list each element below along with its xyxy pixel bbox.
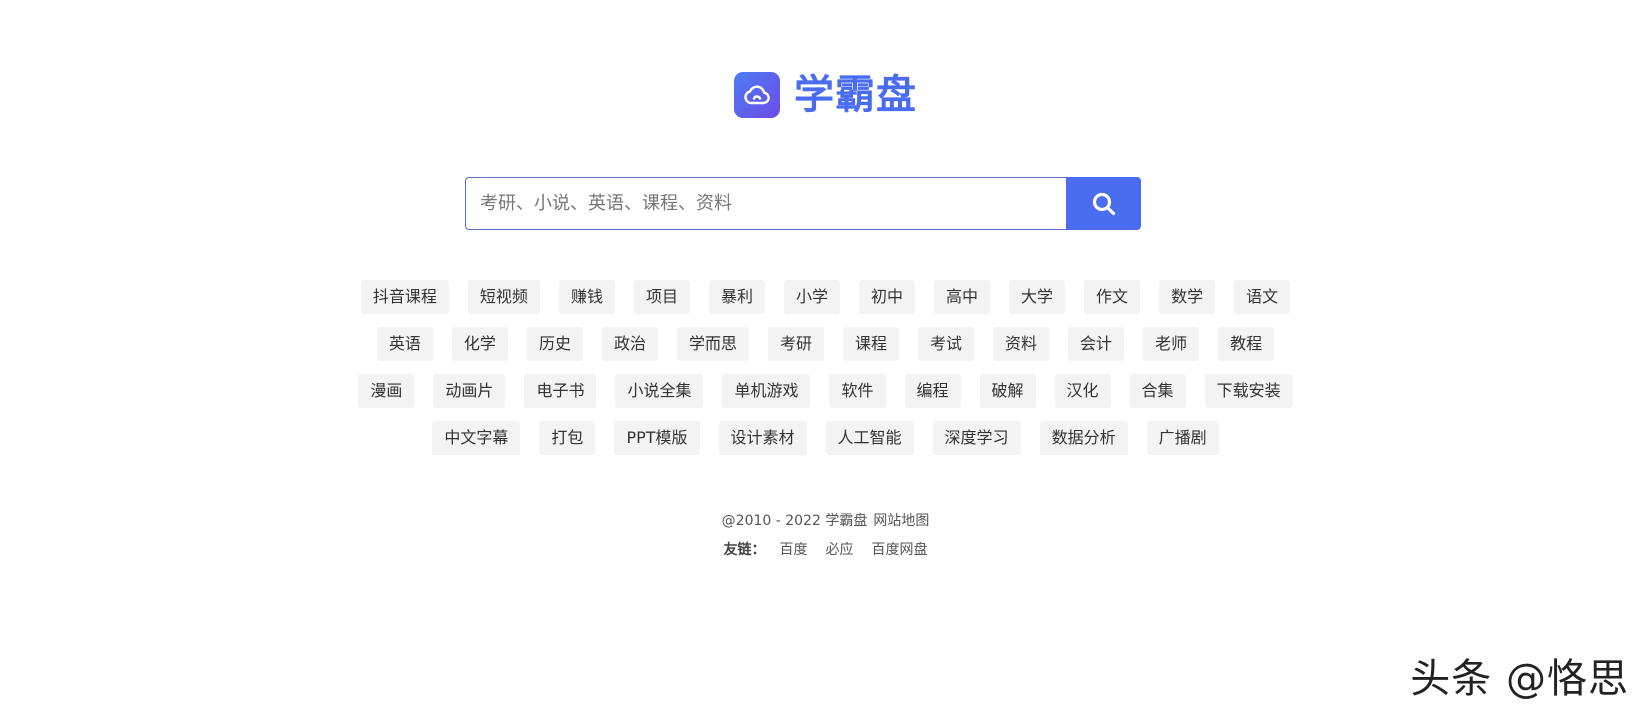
tag-row: 英语 化学 历史 政治 学而思 考研 课程 考试 资料 会计 老师 教程 (0, 327, 1651, 361)
tag-link[interactable]: 合集 (1129, 374, 1186, 408)
tag-link[interactable]: 初中 (859, 280, 916, 314)
tag-link[interactable]: 下载安装 (1204, 374, 1293, 408)
tag-link[interactable]: 政治 (601, 327, 658, 361)
tag-link[interactable]: 人工智能 (825, 421, 914, 455)
tag-link[interactable]: 项目 (633, 280, 690, 314)
footer-copyright-line: @2010 - 2022 学霸盘 网站地图 (0, 510, 1651, 532)
sitemap-link[interactable]: 网站地图 (873, 513, 929, 529)
tag-link[interactable]: 学而思 (676, 327, 749, 361)
tag-link[interactable]: 数据分析 (1039, 421, 1128, 455)
tag-link[interactable]: 小学 (783, 280, 840, 314)
search-button[interactable] (1066, 177, 1141, 230)
friend-links: 友链： 百度 必应 百度网盘 (0, 539, 1651, 561)
tag-link[interactable]: 编程 (904, 374, 961, 408)
tag-cloud: 抖音课程 短视频 赚钱 项目 暴利 小学 初中 高中 大学 作文 数学 语文 英语 化学 历史 政治 学而思 考研… (0, 280, 1651, 468)
tag-link[interactable]: 软件 (829, 374, 886, 408)
tag-link[interactable]: 考试 (918, 327, 975, 361)
tag-link[interactable]: 大学 (1009, 280, 1066, 314)
search-input[interactable] (465, 177, 1066, 230)
tag-link[interactable]: 考研 (767, 327, 824, 361)
tag-link[interactable]: 英语 (376, 327, 433, 361)
tag-link[interactable]: 汉化 (1054, 374, 1111, 408)
tag-link[interactable]: 中文字幕 (432, 421, 521, 455)
page: 学霸盘 抖音课程短视频赚钱项目暴利小学初中高中大学作文数学语文英语化学历史政治学… (0, 0, 1651, 723)
tag-link[interactable]: 漫画 (358, 374, 415, 408)
tag-link[interactable]: 抖音课程 (360, 280, 449, 314)
copyright-text: @2010 - 2022 学霸盘 (721, 513, 868, 529)
logo-text: 学霸盘 (794, 72, 917, 118)
tag-link[interactable]: 化学 (451, 327, 508, 361)
tag-link[interactable]: 语文 (1234, 280, 1291, 314)
tag-link[interactable]: 动画片 (433, 374, 506, 408)
tag-link[interactable]: 资料 (993, 327, 1050, 361)
tag-link[interactable]: 广播剧 (1146, 421, 1219, 455)
footer: @2010 - 2022 学霸盘 网站地图 友链： 百度 必应 百度网盘 (0, 510, 1651, 561)
tag-link[interactable]: 会计 (1068, 327, 1125, 361)
tag-link[interactable]: 打包 (539, 421, 596, 455)
watermark: 头条 @恪思 (1410, 656, 1629, 702)
logo[interactable]: 学霸盘 (0, 72, 1651, 118)
friend-link-bing[interactable]: 必应 (826, 539, 854, 561)
tag-row: 中文字幕 打包 PPT模版 设计素材 人工智能 深度学习 数据分析 广播剧 (0, 421, 1651, 455)
friend-links-label: 友链： (723, 542, 766, 558)
tag-link[interactable]: 短视频 (467, 280, 540, 314)
search-bar (465, 177, 1141, 230)
cloud-icon (734, 72, 780, 118)
tag-row: 漫画 动画片 电子书 小说全集 单机游戏 软件 编程 破解 汉化 合集 下载安装 (0, 374, 1651, 408)
tag-link[interactable]: 历史 (526, 327, 583, 361)
tag-link[interactable]: 赚钱 (558, 280, 615, 314)
friend-link-baidu-netdisk[interactable]: 百度网盘 (872, 539, 928, 561)
search-icon (1091, 191, 1117, 217)
tag-link[interactable]: 教程 (1218, 327, 1275, 361)
tag-row: 抖音课程 短视频 赚钱 项目 暴利 小学 初中 高中 大学 作文 数学 语文 (0, 280, 1651, 314)
tag-link[interactable]: 单机游戏 (722, 374, 811, 408)
tag-link[interactable]: 破解 (979, 374, 1036, 408)
tag-link[interactable]: 暴利 (708, 280, 765, 314)
tag-link[interactable]: 高中 (934, 280, 991, 314)
tag-link[interactable]: PPT模版 (614, 421, 700, 455)
tag-link[interactable]: 设计素材 (718, 421, 807, 455)
tag-link[interactable]: 小说全集 (615, 374, 704, 408)
tag-link[interactable]: 深度学习 (932, 421, 1021, 455)
tag-link[interactable]: 作文 (1084, 280, 1141, 314)
tag-link[interactable]: 课程 (843, 327, 900, 361)
tag-link[interactable]: 数学 (1159, 280, 1216, 314)
tag-link[interactable]: 老师 (1143, 327, 1200, 361)
tag-link[interactable]: 电子书 (524, 374, 597, 408)
friend-link-baidu[interactable]: 百度 (780, 539, 808, 561)
